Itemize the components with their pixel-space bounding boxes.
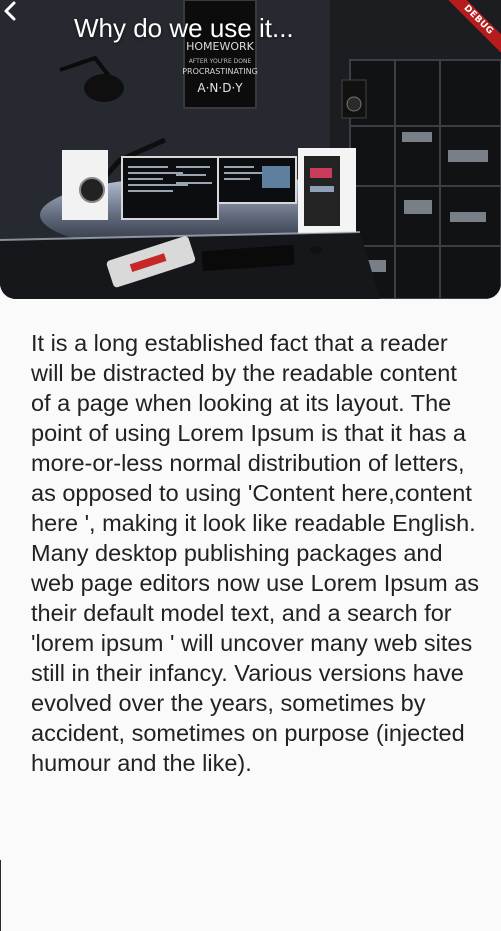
poster-line-3: PROCRASTINATING xyxy=(182,67,258,76)
chevron-left-icon xyxy=(4,1,16,21)
hero-image: HOMEWORK AFTER YOU'RE DONE PROCRASTINATI… xyxy=(0,0,501,299)
debug-banner: DEBUG xyxy=(441,0,501,60)
poster-line-4: A·N·D·Y xyxy=(197,81,243,95)
back-button[interactable] xyxy=(0,0,56,56)
debug-banner-label: DEBUG xyxy=(441,0,501,57)
divider xyxy=(0,860,1,931)
article-body: It is a long established fact that a rea… xyxy=(31,330,480,776)
app-bar: Why do we use it... xyxy=(0,0,501,56)
page-title: Why do we use it... xyxy=(74,12,294,43)
poster-line-2: AFTER YOU'RE DONE xyxy=(189,58,252,65)
